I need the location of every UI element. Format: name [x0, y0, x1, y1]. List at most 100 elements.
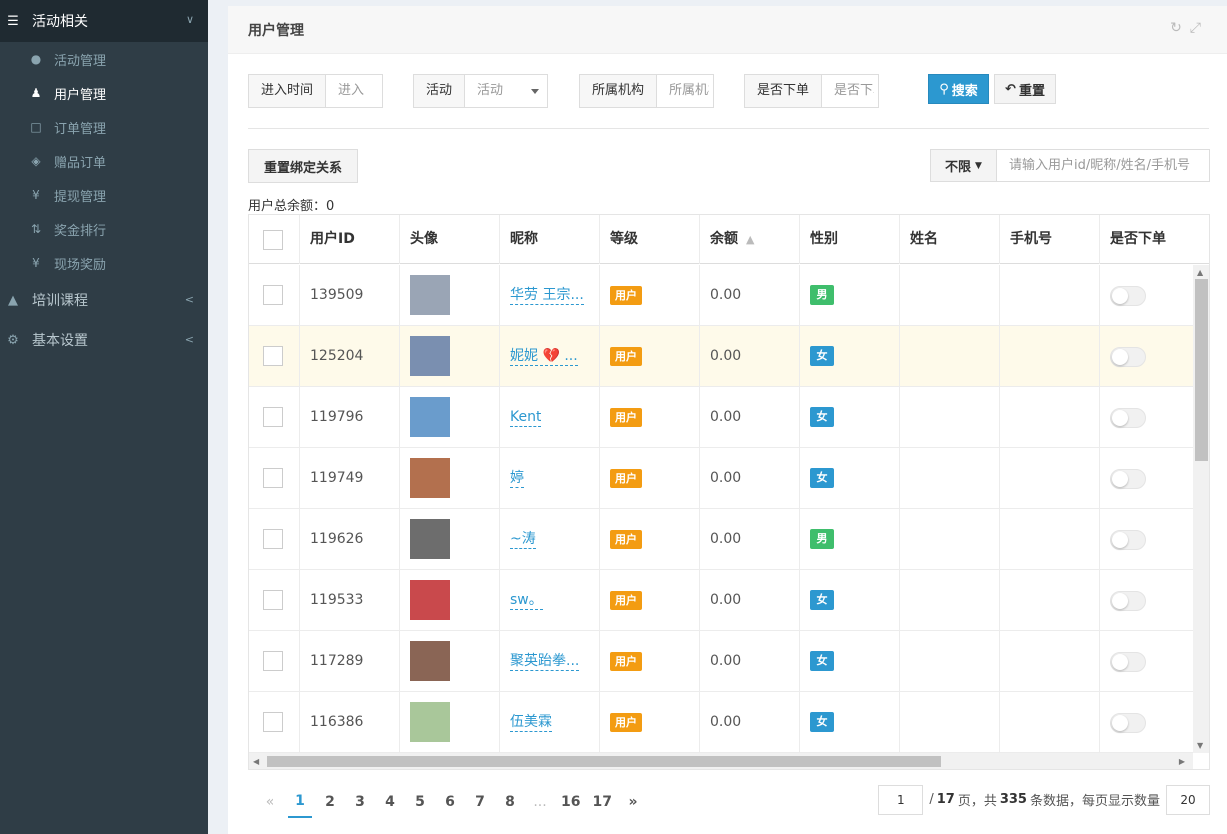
row-checkbox[interactable]	[263, 407, 283, 427]
avatar[interactable]	[410, 519, 450, 559]
page-button[interactable]: 16	[558, 787, 583, 817]
refresh-icon[interactable]: ↻	[1170, 20, 1190, 36]
sidebar-group-training[interactable]: ▲ 培训课程 <	[0, 280, 208, 320]
table-row[interactable]: 119796 Kent 用户 0.00 女	[249, 387, 1193, 448]
page-jump-input[interactable]: 1	[878, 784, 924, 815]
col-header-nickname: 昵称	[500, 215, 600, 264]
nickname-link[interactable]: ~涛	[510, 530, 536, 549]
row-checkbox[interactable]	[263, 346, 283, 366]
ordered-toggle[interactable]	[1110, 530, 1146, 550]
sidebar-item-gift-orders[interactable]: ◈ 赠品订单	[0, 144, 208, 178]
avatar[interactable]	[410, 397, 450, 437]
table-cell: 119796	[300, 387, 400, 448]
nickname-link[interactable]: 妮妮 💔 ...	[510, 347, 578, 366]
avatar[interactable]	[410, 702, 450, 742]
nickname-link[interactable]: Kent	[510, 408, 542, 427]
sidebar-group-activity[interactable]: ☰ 活动相关 ∨	[0, 0, 208, 42]
ordered-toggle[interactable]	[1110, 591, 1146, 611]
page-button[interactable]: 8	[498, 787, 522, 817]
page-button[interactable]: 17	[589, 787, 614, 817]
page-button[interactable]: 4	[378, 787, 402, 817]
ordered-toggle[interactable]	[1110, 469, 1146, 489]
ordered-toggle[interactable]	[1110, 652, 1146, 672]
avatar[interactable]	[410, 458, 450, 498]
sort-icon: ⇅	[30, 222, 42, 236]
sidebar-item-user-manage[interactable]: ♟ 用户管理	[0, 76, 208, 110]
page-button[interactable]: 1	[288, 786, 312, 818]
row-checkbox[interactable]	[263, 529, 283, 549]
next-page-button[interactable]: »	[621, 787, 645, 817]
nickname-link[interactable]: 华劳 王宗...	[510, 286, 584, 305]
table-cell: 0.00	[700, 265, 800, 326]
nickname-link[interactable]: 婷	[510, 469, 524, 488]
col-header-balance[interactable]: 余额 ▲	[700, 215, 800, 264]
page-size-input[interactable]: 20	[1166, 784, 1210, 815]
sidebar-item-order-manage[interactable]: □ 订单管理	[0, 110, 208, 144]
avatar[interactable]	[410, 580, 450, 620]
search-button[interactable]: ⚲ 搜索	[928, 74, 989, 104]
nickname-link[interactable]: 聚英跆拳...	[510, 652, 580, 671]
nickname-link[interactable]: sw。	[510, 591, 543, 610]
scroll-down-icon[interactable]: ▼	[1197, 741, 1203, 750]
sidebar-group-settings[interactable]: ⚙ 基本设置 <	[0, 320, 208, 360]
ordered-toggle[interactable]	[1110, 408, 1146, 428]
page-button[interactable]: 7	[468, 787, 492, 817]
reset-button[interactable]: ↶ 重置	[994, 74, 1056, 104]
ordered-toggle[interactable]	[1110, 713, 1146, 733]
page-button[interactable]: 2	[318, 787, 342, 817]
balance-value: 0.00	[710, 531, 742, 547]
ordered-toggle[interactable]	[1110, 347, 1146, 367]
scroll-left-icon[interactable]: ◀	[253, 757, 259, 766]
scope-dropdown[interactable]: 不限 ▼	[931, 150, 997, 181]
table-row[interactable]: 119533 sw。 用户 0.00 女	[249, 570, 1193, 631]
reset-binding-button[interactable]: 重置绑定关系	[248, 149, 358, 183]
table-row[interactable]: 119626 ~涛 用户 0.00 男	[249, 509, 1193, 570]
undo-icon: ↶	[1005, 81, 1016, 97]
nickname-link[interactable]: 伍美霖	[510, 713, 552, 732]
table-row[interactable]: 117289 聚英跆拳... 用户 0.00 女	[249, 631, 1193, 692]
select-all-checkbox[interactable]	[263, 230, 283, 250]
page-button[interactable]: 3	[348, 787, 372, 817]
sidebar-item-withdraw-manage[interactable]: ¥ 提现管理	[0, 178, 208, 212]
table-cell: 119533	[300, 570, 400, 631]
page-button[interactable]: 6	[438, 787, 462, 817]
table-row[interactable]: 116386 伍美霖 用户 0.00 女	[249, 692, 1193, 753]
table-row[interactable]: 119749 婷 用户 0.00 女	[249, 448, 1193, 509]
ordered-select[interactable]: 是否下单	[822, 75, 874, 107]
row-checkbox[interactable]	[263, 590, 283, 610]
table-row[interactable]: 125204 妮妮 💔 ... 用户 0.00 女	[249, 326, 1193, 387]
user-id: 119796	[310, 409, 364, 425]
table-cell	[1000, 570, 1100, 631]
sidebar-item-bonus-ranking[interactable]: ⇅ 奖金排行	[0, 212, 208, 246]
vertical-scrollbar[interactable]: ▲ ▼	[1193, 265, 1209, 753]
entry-time-input[interactable]: 进入	[326, 75, 376, 107]
vertical-scroll-thumb[interactable]	[1195, 279, 1208, 461]
table-cell: sw。	[500, 570, 600, 631]
sidebar-item-activity-manage[interactable]: ● 活动管理	[0, 42, 208, 76]
row-checkbox[interactable]	[263, 285, 283, 305]
sort-icon[interactable]: ▲	[746, 215, 754, 264]
balance-value: 0.00	[710, 287, 742, 303]
avatar[interactable]	[410, 275, 450, 315]
ordered-toggle[interactable]	[1110, 286, 1146, 306]
row-checkbox[interactable]	[263, 468, 283, 488]
search-input[interactable]: 请输入用户id/昵称/姓名/手机号	[997, 150, 1209, 181]
horizontal-scrollbar[interactable]: ◀ ▶	[249, 753, 1193, 769]
row-checkbox[interactable]	[263, 712, 283, 732]
user-id: 119626	[310, 531, 364, 547]
fullscreen-icon[interactable]: ⤢	[1190, 20, 1209, 36]
activity-select[interactable]: 活动	[465, 75, 545, 107]
table-row[interactable]: 139509 华劳 王宗... 用户 0.00 男	[249, 265, 1193, 326]
table-cell: 女	[800, 631, 900, 692]
org-select[interactable]: 所属机构	[657, 75, 709, 107]
horizontal-scroll-thumb[interactable]	[267, 756, 941, 767]
scroll-right-icon[interactable]: ▶	[1179, 757, 1185, 766]
sidebar-item-onsite-rewards[interactable]: ¥ 现场奖励	[0, 246, 208, 280]
col-header-id[interactable]: 用户ID	[300, 215, 400, 264]
row-checkbox[interactable]	[263, 651, 283, 671]
avatar[interactable]	[410, 336, 450, 376]
prev-page-button[interactable]: «	[258, 787, 282, 817]
avatar[interactable]	[410, 641, 450, 681]
scroll-up-icon[interactable]: ▲	[1197, 268, 1203, 277]
page-button[interactable]: 5	[408, 787, 432, 817]
